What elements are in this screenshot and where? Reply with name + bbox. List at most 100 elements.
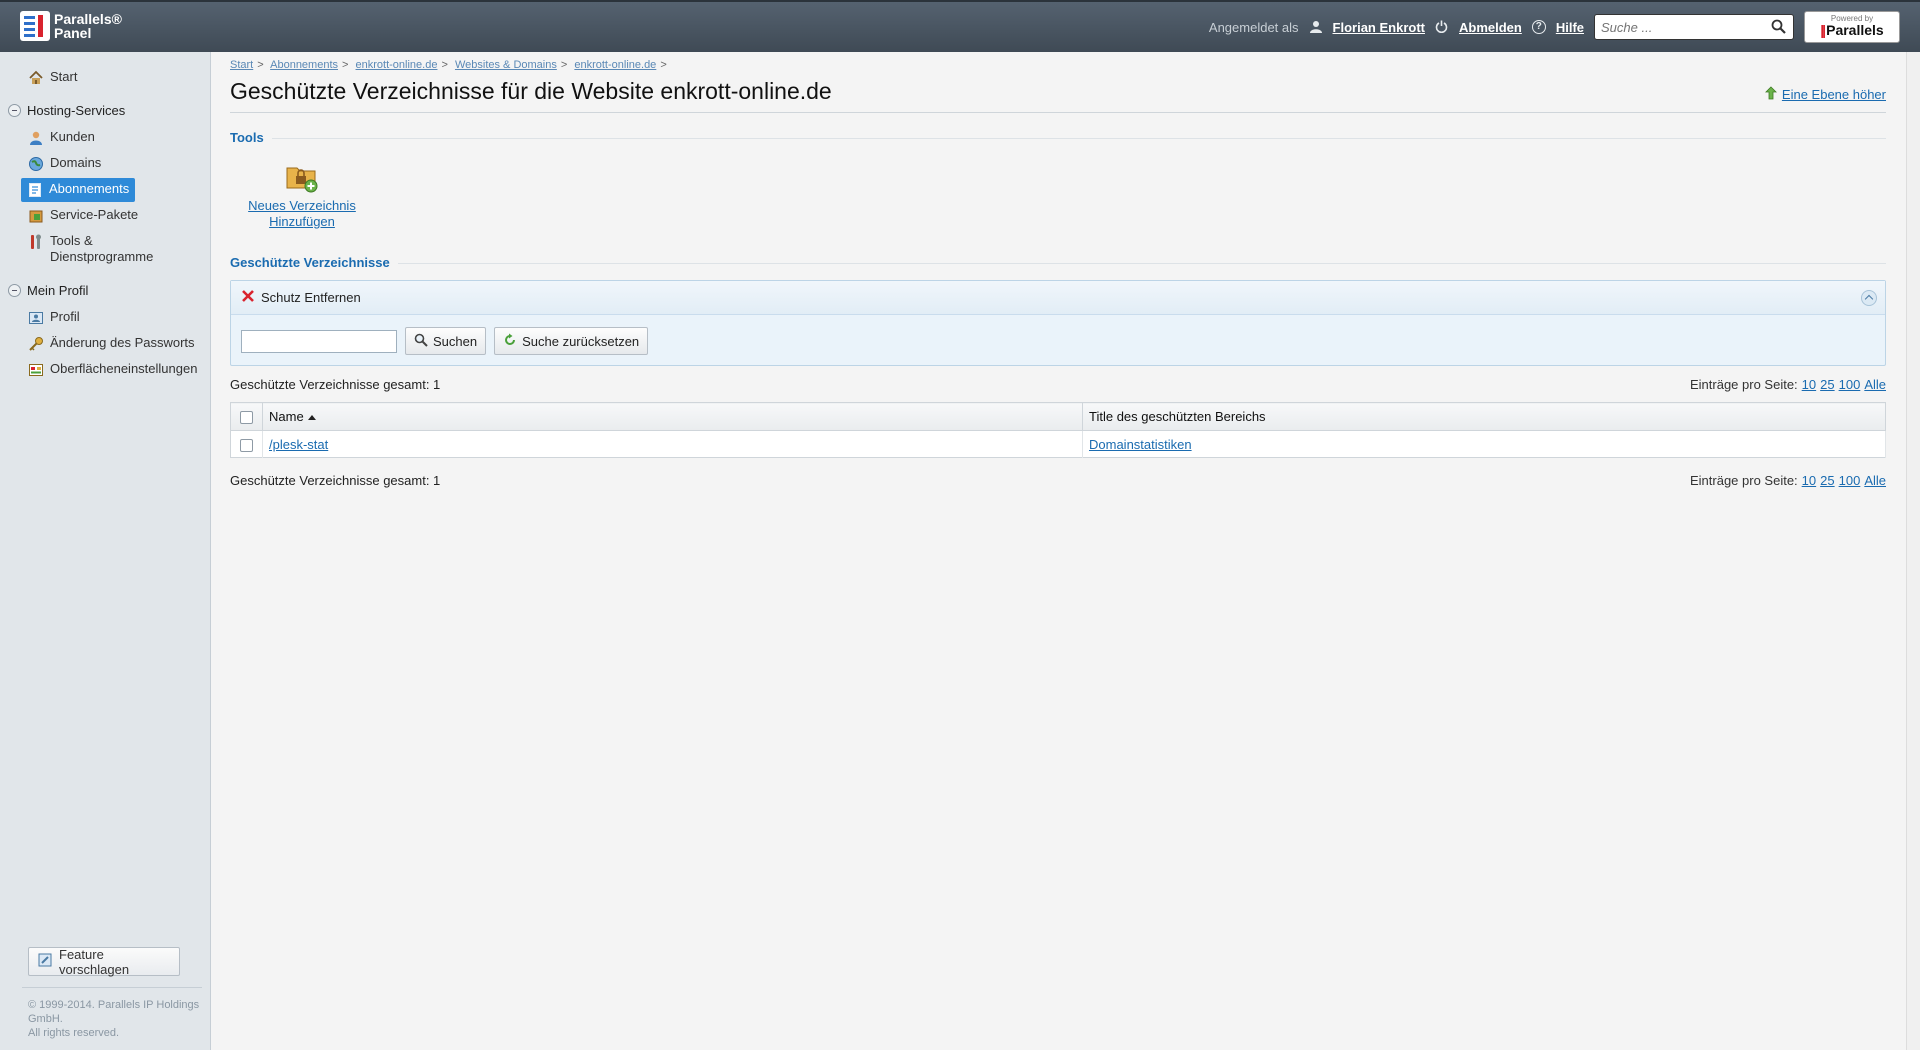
sidebar-item-domains[interactable]: Domains [28,155,101,179]
remove-protection-button[interactable]: Schutz Entfernen [241,289,361,306]
total-count-bottom: Geschützte Verzeichnisse gesamt: 1 [230,473,441,488]
logout-link[interactable]: Abmelden [1459,20,1522,35]
select-all-checkbox[interactable] [240,411,253,425]
sidebar-item-label: Service-Pakete [50,207,139,222]
breadcrumb-abonnements[interactable]: Abonnements [270,59,338,71]
list-section-title: Geschützte Verzeichnisse [230,255,1886,270]
breadcrumb-start[interactable]: Start [230,59,253,71]
sidebar-item-label: Profil [50,309,80,324]
protected-directories-table: Name Title des geschützten Bereichs /ple… [230,402,1886,458]
sidebar-item-label: Abonnements [49,181,130,196]
page-title: Geschützte Verzeichnisse für die Website… [230,78,832,104]
sidebar-item-label: Oberflächeneinstellungen [50,361,198,376]
user-icon [1309,20,1323,34]
per-page-selector-top: Einträge pro Seite: 10 25 100 Alle [1690,377,1886,392]
up-level-link[interactable]: Eine Ebene höher [1764,86,1886,103]
total-count-top: Geschützte Verzeichnisse gesamt: 1 [230,377,441,392]
reset-search-button[interactable]: Suche zurücksetzen [494,327,649,355]
table-header-row: Name Title des geschützten Bereichs [230,402,1886,431]
realm-title-link[interactable]: Domainstatistiken [1089,437,1192,452]
sidebar-item-start[interactable]: Start [28,69,77,93]
sidebar-item-abonnements[interactable]: Abonnements [21,178,136,202]
column-header-title[interactable]: Title des geschützten Bereichs [1082,402,1886,431]
logo-icon [20,11,50,41]
search-button[interactable]: Suchen [405,327,487,355]
sidebar-item-service-pakete[interactable]: Service-Pakete [28,207,138,231]
suggest-feature-button[interactable]: Feature vorschlagen [28,947,180,977]
collapse-icon[interactable] [8,104,21,117]
breadcrumb-websites-domains[interactable]: Websites & Domains [455,59,557,71]
parallels-panel-logo[interactable]: Parallels® Panel [20,11,140,45]
search-button-label: Suchen [433,333,478,349]
row-checkbox[interactable] [240,438,253,452]
help-icon: ? [1531,20,1546,34]
globe-icon [28,156,44,172]
key-icon [28,336,44,352]
help-link[interactable]: Hilfe [1556,20,1584,35]
interface-settings-icon [28,362,44,378]
left-sidebar: Start Hosting-Services Kunden Domains Ab… [0,52,211,1050]
power-icon [1435,20,1449,34]
collapse-toolbar-icon[interactable] [1861,290,1877,306]
per-page-label: Einträge pro Seite: [1689,473,1798,488]
table-row: /plesk-stat Domainstatistiken [230,430,1886,458]
column-header-name[interactable]: Name [262,402,1083,431]
per-page-25[interactable]: 25 [1820,377,1834,392]
search-icon [414,333,428,350]
reset-button-label: Suche zurücksetzen [522,333,640,349]
search-icon[interactable] [1771,19,1787,35]
top-header: Parallels® Panel Angemeldet als Florian … [0,0,1920,52]
per-page-selector-bottom: Einträge pro Seite: 10 25 100 Alle [1690,473,1886,488]
sidebar-item-tools[interactable]: Tools & Dienstprogramme [28,233,153,269]
list-search-input[interactable] [241,329,397,353]
per-page-all[interactable]: Alle [1864,473,1886,488]
collapse-icon[interactable] [8,284,21,297]
sidebar-item-passwort[interactable]: Änderung des Passworts [28,335,195,359]
directory-name-link[interactable]: /plesk-stat [269,437,328,452]
breadcrumb-subscription[interactable]: enkrott-online.de [356,59,438,71]
powered-by-brand: Parallels [1805,23,1899,37]
sidebar-item-kunden[interactable]: Kunden [28,129,95,153]
per-page-label: Einträge pro Seite: [1689,377,1798,392]
sidebar-item-oberflaeche[interactable]: Oberflächeneinstellungen [28,361,197,385]
tools-section-title: Tools [230,130,1886,145]
add-new-directory-tool[interactable]: Neues Verzeichnis Hinzufügen [242,160,362,230]
sidebar-item-label: Domains [50,155,102,170]
sidebar-divider [22,987,202,988]
sidebar-item-profil[interactable]: Profil [28,309,80,333]
per-page-10[interactable]: 10 [1802,377,1816,392]
global-search [1594,14,1794,40]
list-action-bar: Schutz Entfernen Suchen Suche zurücksetz… [230,280,1886,366]
copyright-text: © 1999-2014. Parallels IP Holdings GmbH.… [28,999,200,1039]
group-label: Hosting-Services [27,103,126,118]
sidebar-item-label-line2: Dienstprogramme [50,249,154,264]
sidebar-item-label: Start [50,69,78,84]
up-arrow-icon [1764,86,1778,103]
remove-icon [241,289,255,306]
page-scrollbar[interactable] [1906,52,1920,1050]
breadcrumb: Start > Abonnements > enkrott-online.de > W… [230,59,667,71]
per-page-10[interactable]: 10 [1802,473,1816,488]
powered-by-parallels-badge[interactable]: Powered by Parallels [1804,11,1900,43]
sidebar-item-label: Tools & [50,233,93,248]
user-name-link[interactable]: Florian Enkrott [1333,20,1425,35]
logo-line2: Panel [54,25,92,41]
reset-icon [503,333,517,350]
profile-icon [28,310,44,326]
breadcrumb-domain[interactable]: enkrott-online.de [574,59,656,71]
per-page-all[interactable]: Alle [1864,377,1886,392]
per-page-25[interactable]: 25 [1820,473,1834,488]
group-hosting-services[interactable]: Hosting-Services [8,103,125,118]
group-label: Mein Profil [27,283,89,298]
global-search-input[interactable] [1595,15,1765,39]
header-actions: Angemeldet als Florian Enkrott Abmelden … [1209,11,1900,43]
group-mein-profil[interactable]: Mein Profil [8,283,88,298]
up-level-label[interactable]: Eine Ebene höher [1782,87,1886,102]
sort-ascending-icon [307,415,316,421]
logged-in-label: Angemeldet als [1208,19,1299,35]
package-icon [28,208,44,224]
logo-line1: Parallels® [54,11,122,27]
per-page-100[interactable]: 100 [1839,473,1861,488]
per-page-100[interactable]: 100 [1839,377,1861,392]
title-divider [230,112,1886,113]
